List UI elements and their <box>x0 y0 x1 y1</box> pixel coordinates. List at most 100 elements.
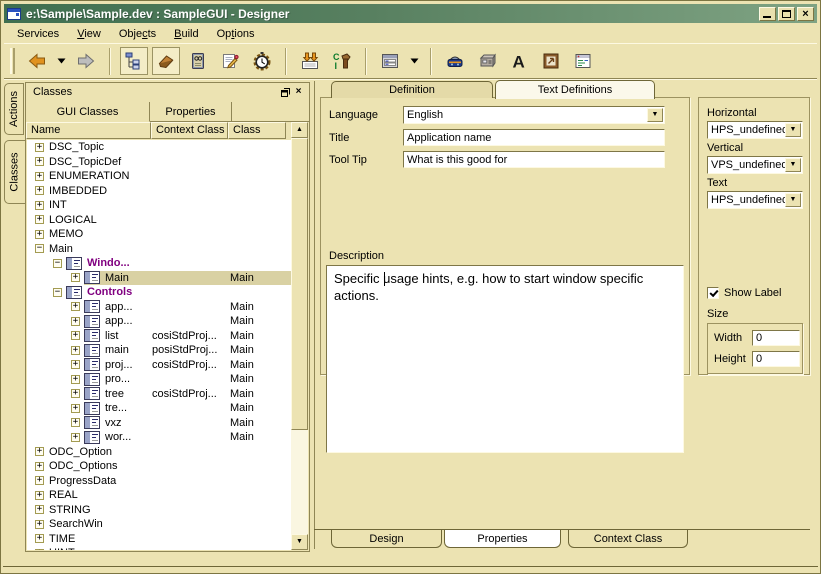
tree-row-logical[interactable]: +LOGICAL <box>27 213 291 228</box>
menu-objects[interactable]: Objects <box>110 26 165 42</box>
expand-icon[interactable]: + <box>71 360 80 369</box>
tree-row-memo[interactable]: +MEMO <box>27 227 291 242</box>
tree-row-controls[interactable]: −Controls <box>27 285 291 300</box>
font-button[interactable]: A <box>505 47 533 75</box>
tab-definition[interactable]: Definition <box>331 81 493 98</box>
expand-icon[interactable]: + <box>35 505 44 514</box>
tree-row-vxz[interactable]: +vxzMain <box>27 416 291 431</box>
back-button[interactable] <box>23 47 51 75</box>
expand-icon[interactable]: + <box>71 346 80 355</box>
dock-tab-actions[interactable]: Actions <box>4 83 24 135</box>
tree-row-imbedded[interactable]: +IMBEDDED <box>27 184 291 199</box>
expand-icon[interactable]: + <box>35 462 44 471</box>
tree-row-time[interactable]: +TIME <box>27 532 291 547</box>
tab-properties[interactable]: Properties <box>150 102 232 122</box>
float-panel-button[interactable] <box>279 86 292 98</box>
tree-row-pro-[interactable]: +pro...Main <box>27 372 291 387</box>
title-field[interactable] <box>403 129 665 146</box>
column-header-context-class[interactable]: Context Class <box>151 122 228 139</box>
tree-row-tree[interactable]: +treecosiStdProj...Main <box>27 387 291 402</box>
tree-row-int[interactable]: +INT <box>27 198 291 213</box>
expand-icon[interactable]: + <box>35 215 44 224</box>
expand-icon[interactable]: + <box>35 491 44 500</box>
tree-vertical-scrollbar[interactable]: ▲ ▼ <box>291 122 308 550</box>
tree-row-app-[interactable]: +app...Main <box>27 300 291 315</box>
expand-icon[interactable]: + <box>35 549 44 550</box>
tree-row-proj-[interactable]: +proj...cosiStdProj...Main <box>27 358 291 373</box>
expand-icon[interactable]: + <box>35 520 44 529</box>
tree-row-list[interactable]: +listcosiStdProj...Main <box>27 329 291 344</box>
tree-row-app-[interactable]: +app...Main <box>27 314 291 329</box>
dock-tab-classes[interactable]: Classes <box>4 140 25 204</box>
tree-row-windo-[interactable]: −Windo... <box>27 256 291 271</box>
class-hierarchy-button[interactable] <box>120 47 148 75</box>
chevron-down-icon[interactable]: ▼ <box>785 123 801 137</box>
form-view-dropdown[interactable] <box>408 47 421 75</box>
expand-icon[interactable]: + <box>35 157 44 166</box>
tab-text-definitions[interactable]: Text Definitions <box>495 80 655 99</box>
tree-row-odc-option[interactable]: +ODC_Option <box>27 445 291 460</box>
expand-icon[interactable]: + <box>35 201 44 210</box>
expand-icon[interactable]: + <box>35 172 44 181</box>
menu-services[interactable]: Services <box>8 26 68 42</box>
expand-icon[interactable]: + <box>71 418 80 427</box>
minimize-button[interactable] <box>759 7 776 21</box>
time-button[interactable] <box>248 47 276 75</box>
import-button[interactable] <box>296 47 324 75</box>
tree-row-enumeration[interactable]: +ENUMERATION <box>27 169 291 184</box>
tree-row-progressdata[interactable]: +ProgressData <box>27 474 291 489</box>
expand-icon[interactable]: + <box>35 534 44 543</box>
build-class-button[interactable]: CI <box>328 47 356 75</box>
show-label-checkbox[interactable] <box>707 287 719 299</box>
expand-icon[interactable]: + <box>35 143 44 152</box>
tree-row-wor-[interactable]: +wor...Main <box>27 430 291 445</box>
expand-icon[interactable]: + <box>71 317 80 326</box>
image-button[interactable] <box>537 47 565 75</box>
expand-icon[interactable]: + <box>35 230 44 239</box>
library-book-button[interactable] <box>184 47 212 75</box>
expand-icon[interactable]: + <box>71 302 80 311</box>
tree-row-searchwin[interactable]: +SearchWin <box>27 517 291 532</box>
expand-icon[interactable]: + <box>71 404 80 413</box>
menu-view[interactable]: View <box>68 26 110 42</box>
height-field[interactable] <box>752 351 800 367</box>
edit-definition-button[interactable] <box>216 47 244 75</box>
tree-row-odc-options[interactable]: +ODC_Options <box>27 459 291 474</box>
column-header-name[interactable]: Name <box>26 122 151 139</box>
scrollbar-thumb[interactable] <box>291 138 308 430</box>
menu-options[interactable]: Options <box>208 26 264 42</box>
tooltip-field[interactable] <box>403 151 665 168</box>
language-combobox[interactable]: English ▼ <box>403 106 665 124</box>
toolbar-grip[interactable] <box>10 48 15 74</box>
column-header-class[interactable]: Class <box>228 122 286 139</box>
forward-button[interactable] <box>72 47 100 75</box>
tree-row-real[interactable]: +REAL <box>27 488 291 503</box>
scroll-up-button[interactable]: ▲ <box>291 122 308 138</box>
expand-icon[interactable]: + <box>71 389 80 398</box>
collapse-icon[interactable]: − <box>53 259 62 268</box>
tree-row-main[interactable]: +MainMain <box>27 271 291 286</box>
width-field[interactable] <box>752 330 800 346</box>
tree-row-dsc-topicdef[interactable]: +DSC_TopicDef <box>27 155 291 170</box>
chevron-down-icon[interactable]: ▼ <box>785 193 801 207</box>
collapse-icon[interactable]: − <box>35 244 44 253</box>
expand-icon[interactable]: + <box>35 476 44 485</box>
expand-icon[interactable]: + <box>71 433 80 442</box>
text-combobox[interactable]: HPS_undefined ▼ <box>707 191 803 209</box>
expand-icon[interactable]: + <box>35 447 44 456</box>
description-textarea[interactable]: Specific usage hints, e.g. how to start … <box>326 265 684 453</box>
tree-row-string[interactable]: +STRING <box>27 503 291 518</box>
tab-design[interactable]: Design <box>331 530 442 548</box>
chevron-down-icon[interactable]: ▼ <box>647 108 663 122</box>
close-panel-button[interactable]: × <box>292 86 305 98</box>
expand-icon[interactable]: + <box>71 273 80 282</box>
expand-icon[interactable]: + <box>71 331 80 340</box>
menu-build[interactable]: Build <box>165 26 207 42</box>
chevron-down-icon[interactable]: ▼ <box>785 158 801 172</box>
titlebar[interactable]: e:\Sample\Sample.dev : SampleGUI - Desig… <box>4 4 817 23</box>
tab-properties[interactable]: Properties <box>444 530 561 548</box>
collapse-icon[interactable]: − <box>53 288 62 297</box>
device-button[interactable] <box>441 47 469 75</box>
maximize-button[interactable] <box>778 7 795 21</box>
tree-row-dsc-topic[interactable]: +DSC_Topic <box>27 140 291 155</box>
